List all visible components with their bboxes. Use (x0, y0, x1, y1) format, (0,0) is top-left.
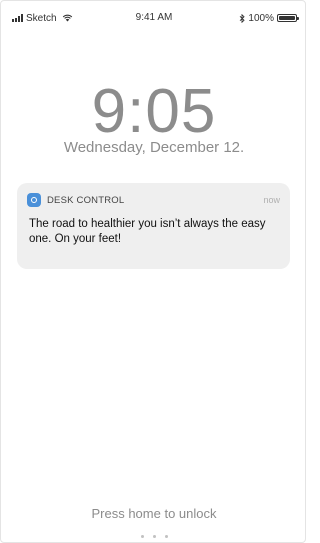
notification-time: now (263, 195, 280, 205)
notification-header: DESK CONTROL now (27, 193, 280, 207)
bluetooth-icon (240, 13, 246, 23)
notification-card[interactable]: DESK CONTROL now The road to healthier y… (17, 183, 290, 269)
page-dots (1, 535, 307, 538)
page-dot (140, 535, 144, 538)
notification-message: The road to healthier you isn’t always t… (29, 218, 266, 245)
page-dot (164, 535, 168, 538)
lock-screen: Sketch 9:41 AM 100% 9:05 Wednesday, Dece… (0, 0, 306, 543)
clock-time: 9:05 (91, 77, 217, 146)
clock-date: Wednesday, December 12. (63, 139, 245, 156)
status-bar: Sketch 9:41 AM 100% (1, 11, 307, 27)
unlock-hint: Press home to unlock (91, 506, 217, 521)
notification-app-name: DESK CONTROL (47, 194, 125, 206)
battery-icon (277, 14, 299, 22)
app-icon (27, 193, 41, 207)
battery-percent: 100% (248, 12, 274, 24)
status-right: 100% (239, 11, 299, 25)
page-dot (152, 535, 156, 538)
